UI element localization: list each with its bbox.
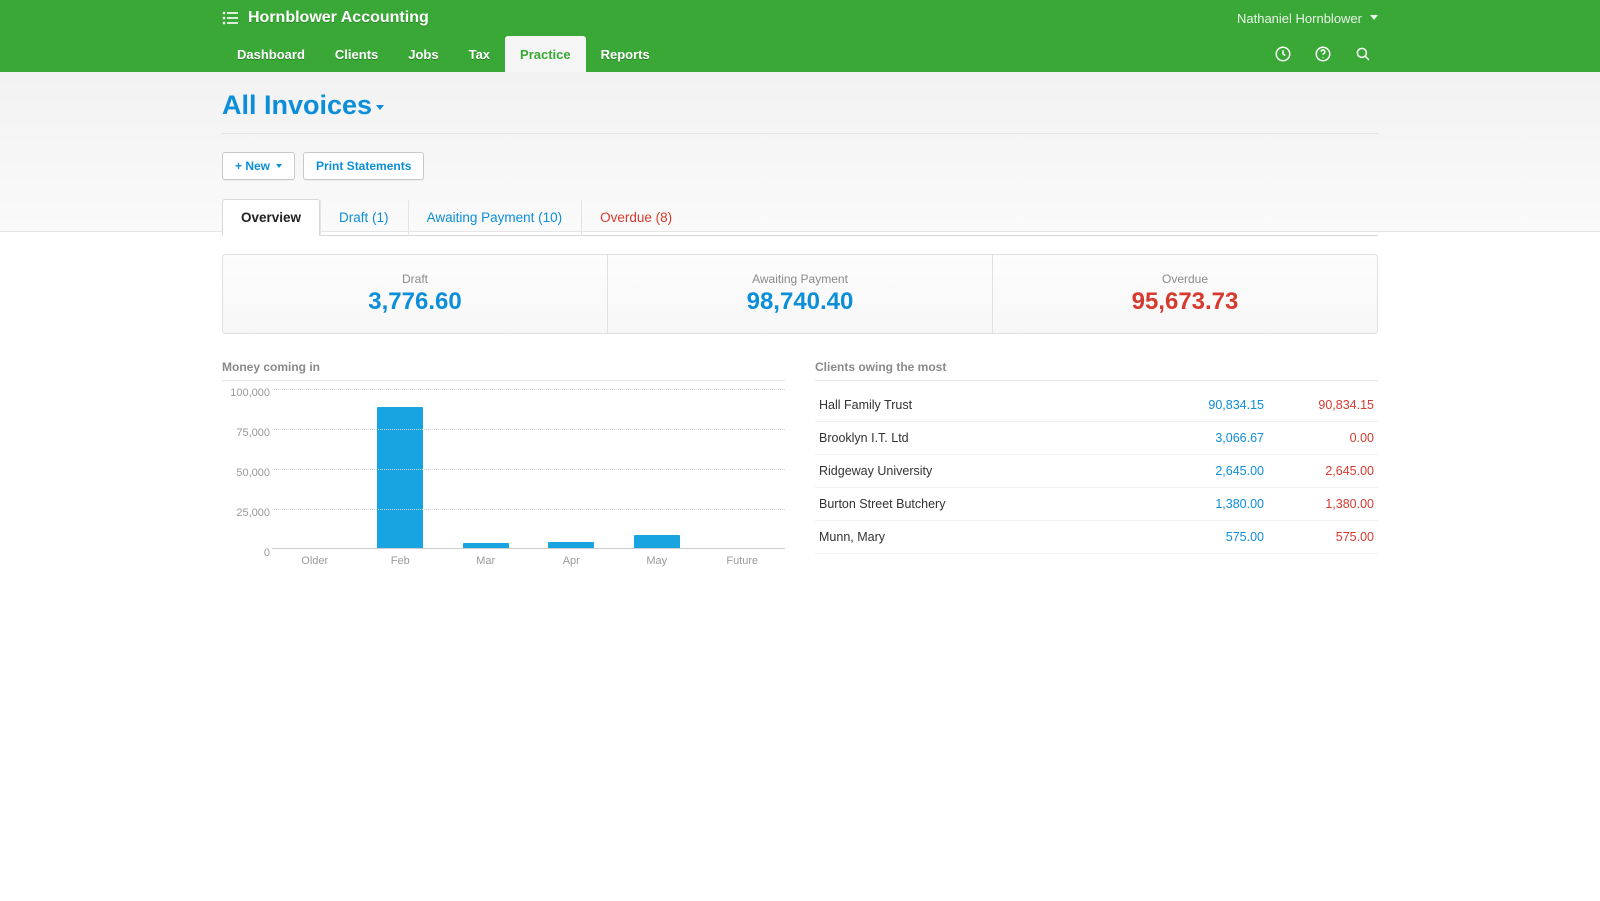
client-amount-due: 3,066.67 [1154,431,1264,445]
card-label: Awaiting Payment [752,272,848,286]
tab-awaiting-payment-10[interactable]: Awaiting Payment (10) [408,199,582,236]
card-value: 98,740.40 [747,288,854,316]
chevron-down-icon [376,105,384,110]
tab-overdue-8[interactable]: Overdue (8) [581,199,691,236]
summary-card-draft[interactable]: Draft 3,776.60 [223,255,608,333]
client-row[interactable]: Hall Family Trust90,834.1590,834.15 [815,389,1378,422]
search-icon[interactable] [1354,45,1372,63]
button-label: + New [235,159,270,173]
chart-x-label: Older [272,555,358,567]
chart-x-label: Feb [358,555,444,567]
card-value: 95,673.73 [1132,288,1239,316]
print-statements-button[interactable]: Print Statements [303,152,424,180]
client-amount-overdue: 0.00 [1264,431,1374,445]
chart-y-tick: 50,000 [236,467,270,479]
chevron-down-icon [1370,15,1378,21]
clients-owing-panel: Clients owing the most Hall Family Trust… [815,360,1378,567]
chart-x-label: May [614,555,700,567]
button-label: Print Statements [316,159,411,173]
page-title-dropdown[interactable]: All Invoices [222,90,384,121]
client-amount-overdue: 2,645.00 [1264,464,1374,478]
client-name: Ridgeway University [819,464,1154,478]
chart-x-label: Apr [529,555,615,567]
panel-title: Money coming in [222,360,785,381]
tab-draft-1[interactable]: Draft (1) [320,199,408,236]
client-name: Burton Street Butchery [819,497,1154,511]
user-menu[interactable]: Nathaniel Hornblower [1237,11,1378,26]
help-icon[interactable] [1314,45,1332,63]
money-coming-in-chart: 0 25,000 50,000 75,000 100,000 OlderFebMarAp… [222,389,785,567]
client-row[interactable]: Brooklyn I.T. Ltd3,066.670.00 [815,422,1378,455]
client-row[interactable]: Ridgeway University2,645.002,645.00 [815,455,1378,488]
chevron-down-icon [276,164,282,168]
page-title: All Invoices [222,90,372,121]
org-name: Hornblower Accounting [248,9,429,27]
panel-title: Clients owing the most [815,360,1378,381]
client-amount-due: 2,645.00 [1154,464,1264,478]
client-row[interactable]: Munn, Mary575.00575.00 [815,521,1378,554]
client-name: Brooklyn I.T. Ltd [819,431,1154,445]
tab-overview[interactable]: Overview [222,199,320,236]
chart-gridline [272,469,785,470]
money-coming-in-panel: Money coming in 0 25,000 50,000 75,000 100,0… [222,360,785,567]
divider [222,133,1378,134]
client-row[interactable]: Burton Street Butchery1,380.001,380.00 [815,488,1378,521]
client-amount-due: 1,380.00 [1154,497,1264,511]
summary-cards: Draft 3,776.60 Awaiting Payment 98,740.4… [222,254,1378,334]
nav-item-clients[interactable]: Clients [320,36,393,72]
client-amount-overdue: 1,380.00 [1264,497,1374,511]
chart-gridline [272,509,785,510]
chart-y-tick: 0 [264,547,270,559]
chart-bar[interactable] [634,535,680,548]
client-amount-due: 90,834.15 [1154,398,1264,412]
card-label: Overdue [1162,272,1208,286]
card-value: 3,776.60 [368,288,461,316]
primary-nav: DashboardClientsJobsTaxPracticeReports [222,36,1378,72]
chart-gridline [272,389,785,390]
client-name: Hall Family Trust [819,398,1154,412]
org-switcher[interactable]: Hornblower Accounting [222,9,429,27]
client-name: Munn, Mary [819,530,1154,544]
menu-list-icon [222,11,238,25]
client-amount-due: 575.00 [1154,530,1264,544]
history-icon[interactable] [1274,45,1292,63]
chart-bar[interactable] [463,543,509,548]
nav-item-dashboard[interactable]: Dashboard [222,36,320,72]
summary-card-overdue[interactable]: Overdue 95,673.73 [993,255,1377,333]
chart-y-tick: 25,000 [236,507,270,519]
invoice-tabs: OverviewDraft (1)Awaiting Payment (10)Ov… [222,198,1378,236]
top-header: Hornblower Accounting Nathaniel Hornblow… [0,0,1600,72]
new-invoice-button[interactable]: + New [222,152,295,180]
nav-item-reports[interactable]: Reports [586,36,665,72]
nav-item-tax[interactable]: Tax [454,36,505,72]
client-amount-overdue: 90,834.15 [1264,398,1374,412]
client-amount-overdue: 575.00 [1264,530,1374,544]
user-name: Nathaniel Hornblower [1237,11,1362,26]
nav-item-practice[interactable]: Practice [505,36,586,72]
chart-y-tick: 75,000 [236,427,270,439]
chart-y-tick: 100,000 [230,387,270,399]
chart-gridline [272,429,785,430]
chart-bar[interactable] [548,542,594,548]
nav-item-jobs[interactable]: Jobs [393,36,453,72]
summary-card-awaiting[interactable]: Awaiting Payment 98,740.40 [608,255,993,333]
chart-x-label: Mar [443,555,529,567]
card-label: Draft [402,272,428,286]
chart-x-label: Future [700,555,786,567]
